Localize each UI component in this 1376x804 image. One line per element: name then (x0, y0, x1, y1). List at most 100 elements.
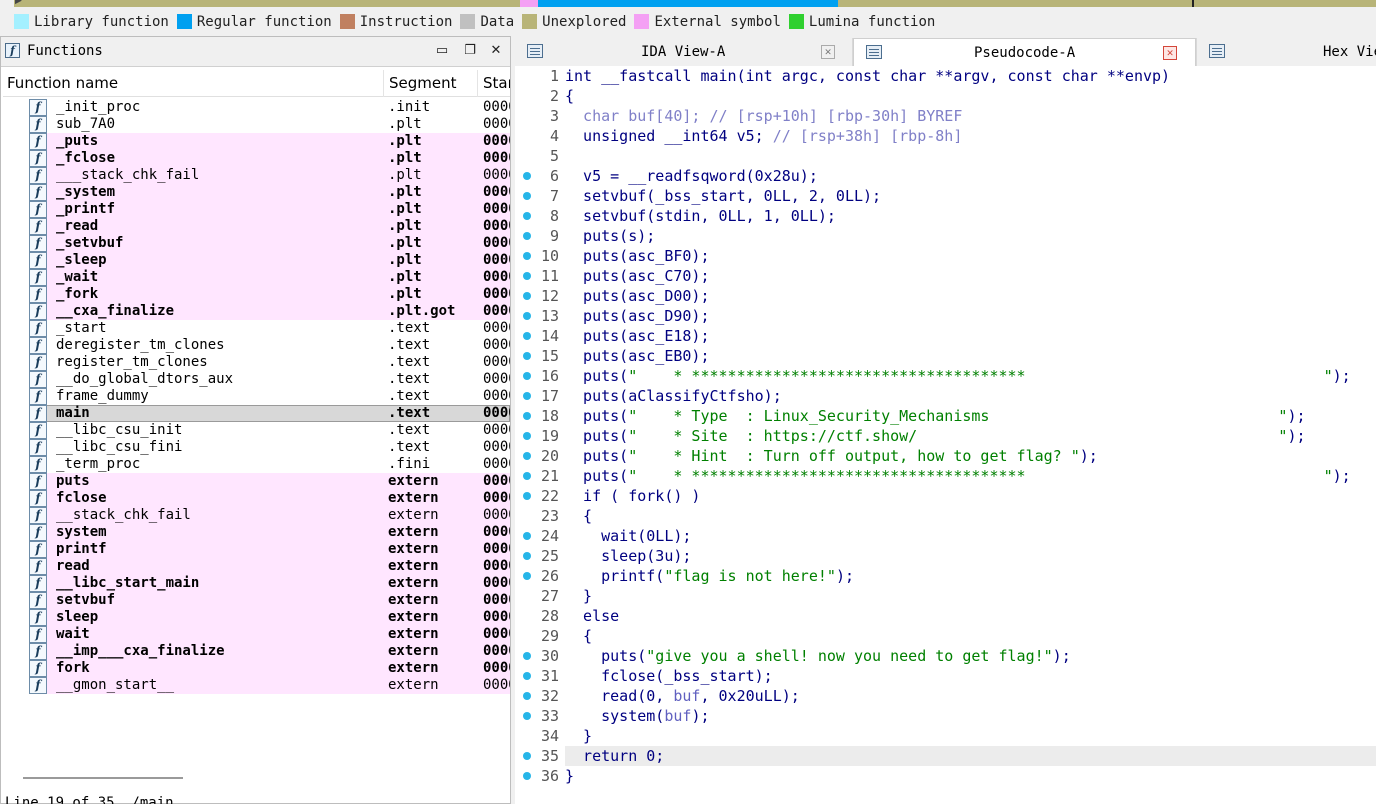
close-icon[interactable]: ✕ (487, 42, 505, 60)
tab-ida-view-a[interactable]: IDA View-A ✕ (515, 38, 853, 66)
code-line[interactable]: 19 puts(" * Site : https://ctf.show/ "); (515, 426, 1376, 446)
function-row[interactable]: f __stack_chk_fail extern 0000 (3, 507, 510, 524)
function-row[interactable]: fsystem extern 0000 (3, 524, 510, 541)
breakpoint-dot-icon[interactable] (523, 372, 531, 380)
function-row[interactable]: fread extern 0000 (3, 558, 510, 575)
breakpoint-dot-icon[interactable] (523, 712, 531, 720)
function-row[interactable]: f __do_global_dtors_aux .text 0000 (3, 371, 510, 388)
close-icon[interactable]: ✕ (821, 45, 835, 59)
pseudocode-view[interactable]: 1 int __fastcall main(int argc, const cha… (515, 66, 1376, 804)
breakpoint-dot-icon[interactable] (523, 352, 531, 360)
code-line[interactable]: 17 puts(aClassifyCtfsho); (515, 386, 1376, 406)
code-line[interactable]: 18 puts(" * Type : Linux_Security_Mechan… (515, 406, 1376, 426)
function-row[interactable]: f _fclose .plt 0000 (3, 150, 510, 167)
function-row[interactable]: ffclose extern 0000 (3, 490, 510, 507)
code-line[interactable]: 8 setvbuf(stdin, 0LL, 1, 0LL); (515, 206, 1376, 226)
code-line[interactable]: 25 sleep(3u); (515, 546, 1376, 566)
function-row[interactable]: fprintf extern 0000 (3, 541, 510, 558)
breakpoint-dot-icon[interactable] (523, 252, 531, 260)
code-line[interactable]: 16 puts(" * ****************************… (515, 366, 1376, 386)
function-row[interactable]: f register_tm_clones .text 0000 (3, 354, 510, 371)
code-line[interactable]: 20 puts(" * Hint : Turn off output, how … (515, 446, 1376, 466)
code-line[interactable]: 10 puts(asc_BF0); (515, 246, 1376, 266)
breakpoint-dot-icon[interactable] (523, 172, 531, 180)
breakpoint-dot-icon[interactable] (523, 652, 531, 660)
code-line[interactable]: 14 puts(asc_E18); (515, 326, 1376, 346)
code-line[interactable]: 12 puts(asc_D00); (515, 286, 1376, 306)
function-row[interactable]: f _term_proc .fini 0000 (3, 456, 510, 473)
function-row[interactable]: f _puts .plt 0000 (3, 133, 510, 150)
tab-pseudocode-a[interactable]: Pseudocode-A ✕ (853, 38, 1196, 66)
function-row[interactable]: f __imp___cxa_finalize extern 0000 (3, 643, 510, 660)
breakpoint-dot-icon[interactable] (523, 452, 531, 460)
functions-list[interactable]: f _init_proc .init 0000 f sub_7A0 .plt 0000 f _pu… (3, 99, 510, 697)
breakpoint-dot-icon[interactable] (523, 212, 531, 220)
function-row[interactable]: ffork extern 0000 (3, 660, 510, 677)
function-row[interactable]: f _system .plt 0000 (3, 184, 510, 201)
horizontal-scrollbar[interactable] (23, 777, 183, 779)
code-line[interactable]: 28 else (515, 606, 1376, 626)
function-row[interactable]: f __gmon_start__ extern 0000 (3, 677, 510, 694)
code-line[interactable]: 34 } (515, 726, 1376, 746)
close-icon[interactable]: ✕ (1163, 46, 1177, 60)
function-row[interactable]: f __libc_csu_init .text 0000 (3, 422, 510, 439)
code-line[interactable]: 5 (515, 146, 1376, 166)
maximize-icon[interactable]: ▭ (433, 42, 451, 60)
function-row[interactable]: f setvbuf extern 0000 (3, 592, 510, 609)
code-line[interactable]: 29 { (515, 626, 1376, 646)
function-row[interactable]: f _setvbuf .plt 0000 (3, 235, 510, 252)
breakpoint-dot-icon[interactable] (523, 772, 531, 780)
breakpoint-dot-icon[interactable] (523, 232, 531, 240)
function-row[interactable]: f frame_dummy .text 0000 (3, 388, 510, 405)
code-line[interactable]: 22 if ( fork() ) (515, 486, 1376, 506)
breakpoint-dot-icon[interactable] (523, 672, 531, 680)
restore-icon[interactable]: ❐ (461, 42, 479, 60)
code-line[interactable]: 32 read(0, buf, 0x20uLL); (515, 686, 1376, 706)
function-row[interactable]: f ___stack_chk_fail .plt 0000 (3, 167, 510, 184)
code-line[interactable]: 35 return 0; (515, 746, 1376, 766)
function-row[interactable]: f _sleep .plt 0000 (3, 252, 510, 269)
code-line[interactable]: 24 wait(0LL); (515, 526, 1376, 546)
code-line[interactable]: 23 { (515, 506, 1376, 526)
breakpoint-dot-icon[interactable] (523, 192, 531, 200)
breakpoint-dot-icon[interactable] (523, 292, 531, 300)
breakpoint-dot-icon[interactable] (523, 692, 531, 700)
code-line[interactable]: 21 puts(" * ****************************… (515, 466, 1376, 486)
breakpoint-dot-icon[interactable] (523, 572, 531, 580)
breakpoint-dot-icon[interactable] (523, 472, 531, 480)
code-line[interactable]: 36} (515, 766, 1376, 786)
code-line[interactable]: 27 } (515, 586, 1376, 606)
breakpoint-dot-icon[interactable] (523, 552, 531, 560)
code-line[interactable]: 9 puts(s); (515, 226, 1376, 246)
function-row[interactable]: f _wait .plt 0000 (3, 269, 510, 286)
breakpoint-dot-icon[interactable] (523, 332, 531, 340)
function-row[interactable]: f __cxa_finalize .plt.got 0000 (3, 303, 510, 320)
breakpoint-dot-icon[interactable] (523, 312, 531, 320)
breakpoint-dot-icon[interactable] (523, 492, 531, 500)
code-line[interactable]: 2{ (515, 86, 1376, 106)
function-row[interactable]: f _init_proc .init 0000 (3, 99, 510, 116)
function-row[interactable]: fsleep extern 0000 (3, 609, 510, 626)
function-row[interactable]: fmain .text 0000 (3, 405, 510, 422)
breakpoint-dot-icon[interactable] (523, 752, 531, 760)
function-row[interactable]: f sub_7A0 .plt 0000 (3, 116, 510, 133)
code-line[interactable]: 33 system(buf); (515, 706, 1376, 726)
breakpoint-dot-icon[interactable] (523, 432, 531, 440)
code-line[interactable]: 7 setvbuf(_bss_start, 0LL, 2, 0LL); (515, 186, 1376, 206)
code-line[interactable]: 6 v5 = __readfsqword(0x28u); (515, 166, 1376, 186)
function-row[interactable]: f __libc_start_main extern 0000 (3, 575, 510, 592)
code-line[interactable]: 1 int __fastcall main(int argc, const cha… (515, 66, 1376, 86)
column-function-name[interactable]: Function name (7, 74, 118, 92)
code-line[interactable]: 4 unsigned __int64 v5; // [rsp+38h] [rbp… (515, 126, 1376, 146)
function-row[interactable]: f _printf .plt 0000 (3, 201, 510, 218)
function-row[interactable]: f deregister_tm_clones .text 0000 (3, 337, 510, 354)
column-start[interactable]: Start (483, 74, 510, 92)
tab-hex-view[interactable]: Hex View-1 (1196, 38, 1376, 66)
code-line[interactable]: 30 puts("give you a shell! now you need … (515, 646, 1376, 666)
code-line[interactable]: 13 puts(asc_D90); (515, 306, 1376, 326)
function-row[interactable]: fwait extern 0000 (3, 626, 510, 643)
column-divider[interactable] (383, 70, 384, 97)
code-line[interactable]: 3 char buf[40]; // [rsp+10h] [rbp-30h] B… (515, 106, 1376, 126)
function-row[interactable]: f _read .plt 0000 (3, 218, 510, 235)
breakpoint-dot-icon[interactable] (523, 272, 531, 280)
